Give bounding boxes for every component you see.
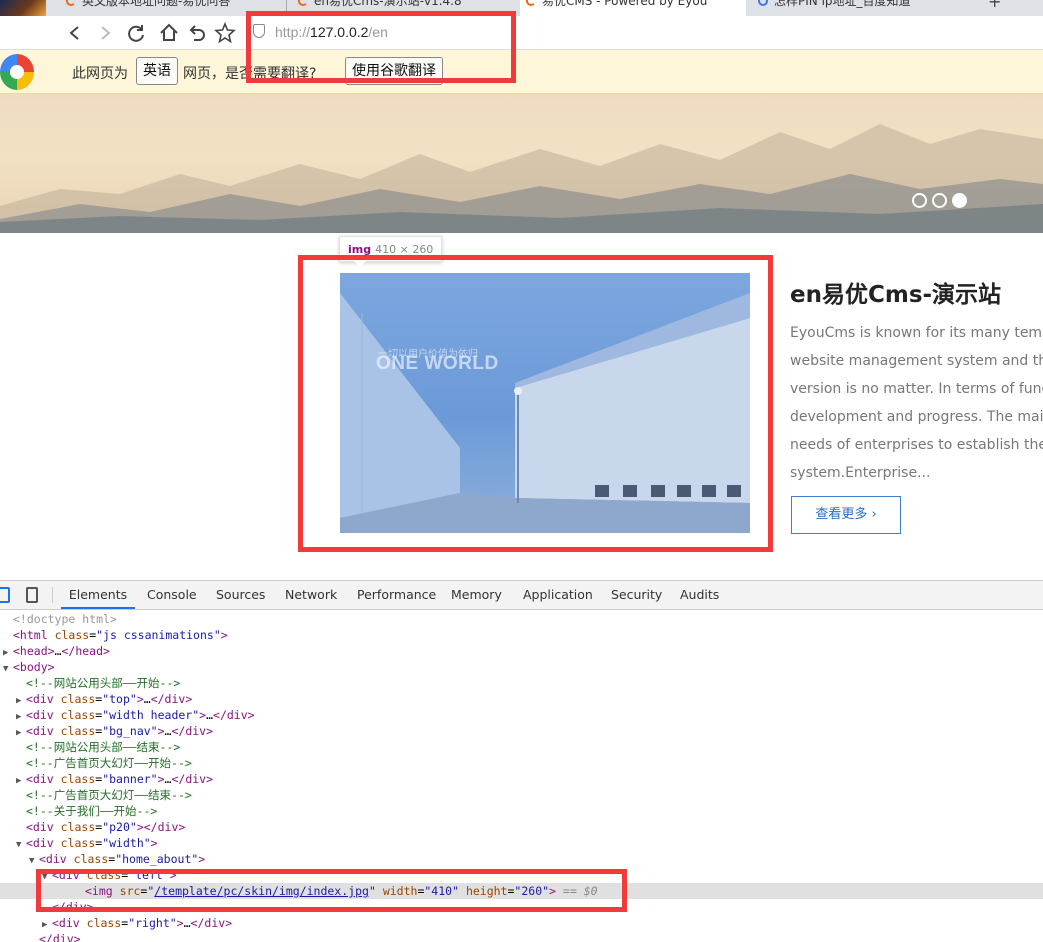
dom-node-markup: <!--网站公用头部——开始-->: [26, 676, 181, 690]
arrow-left-icon: [69, 26, 79, 40]
dom-node-markup: </div>: [39, 932, 81, 942]
home-icon: [160, 23, 178, 41]
inspect-element-icon[interactable]: [0, 587, 10, 603]
translate-logo-icon: [0, 54, 34, 90]
dom-node-markup: <!--广告首页大幻灯——开始-->: [26, 756, 192, 770]
home-button[interactable]: [156, 20, 182, 46]
undo-icon: [189, 25, 205, 41]
tab-4[interactable]: 怎样PIN ip地址_百度知道 ×: [752, 0, 976, 16]
dom-node-markup: <!--关于我们——开始-->: [26, 804, 158, 818]
window-logo-icon: [0, 0, 46, 16]
slide-dot-2[interactable]: [932, 193, 947, 208]
dom-node[interactable]: ▼ <body>: [0, 659, 1043, 675]
dom-node[interactable]: <!doctype html>: [0, 611, 1043, 627]
device-toolbar-icon[interactable]: [26, 587, 38, 603]
devtools-tabbar: Elements Console Sources Network Perform…: [0, 581, 1043, 610]
tab-favicon-icon: [66, 0, 76, 6]
dom-node-markup: <div class="banner">…</div>: [26, 772, 214, 786]
back-button[interactable]: [62, 20, 88, 46]
dom-node[interactable]: <html class="js cssanimations">: [0, 627, 1043, 643]
star-icon: [214, 21, 236, 44]
annotation-url-box: [246, 11, 516, 83]
dom-node-markup: <div class="width header">…</div>: [26, 708, 255, 722]
dom-node-markup: <!doctype html>: [13, 612, 117, 626]
translate-prompt-prefix: 此网页为: [72, 66, 128, 82]
devtools-tab-performance[interactable]: Performance: [357, 581, 436, 609]
dom-node-markup: <div class="home_about">: [39, 852, 206, 866]
reload-button[interactable]: [123, 20, 149, 46]
devtools-divider: [52, 587, 53, 603]
tab-favicon-icon: [298, 0, 308, 6]
dom-node-markup: <div class="right">…</div>: [52, 916, 233, 930]
tab-3-active[interactable]: 易优CMS - Powered by Eyou ×: [520, 0, 746, 16]
dom-node[interactable]: ▶ <head>…</head>: [0, 643, 1043, 659]
about-description: EyouCms is known for its many templa web…: [790, 319, 1043, 487]
dom-node[interactable]: </div>: [0, 931, 1043, 942]
devtools-tab-console[interactable]: Console: [147, 581, 197, 609]
slide-dot-1[interactable]: [912, 193, 927, 208]
language-button[interactable]: 英语: [136, 57, 178, 85]
arrow-right-icon: [101, 26, 111, 40]
reload-icon: [128, 25, 144, 42]
dom-node[interactable]: <!--关于我们——开始-->: [0, 803, 1043, 819]
dom-node-markup: <div class="p20"></div>: [26, 820, 186, 834]
annotation-img-tag-box: [36, 869, 627, 912]
dom-node[interactable]: <!--广告首页大幻灯——开始-->: [0, 755, 1043, 771]
dom-node-markup: <div class="top">…</div>: [26, 692, 193, 706]
dom-node[interactable]: ▶ <div class="bg_nav">…</div>: [0, 723, 1043, 739]
description-line: EyouCms is known for its many templa: [790, 325, 1043, 341]
dom-node-markup: <!--广告首页大幻灯——结束-->: [26, 788, 192, 802]
dom-node[interactable]: <div class="p20"></div>: [0, 819, 1043, 835]
dom-node[interactable]: ▶ <div class="top">…</div>: [0, 691, 1043, 707]
description-line: website management system and the n: [790, 353, 1043, 369]
dom-node[interactable]: <!--网站公用头部——开始-->: [0, 675, 1043, 691]
tab-title: 英文版本地址问题-易优问答: [82, 0, 231, 8]
dom-node-markup: <head>…</head>: [13, 644, 110, 658]
devtools-tab-sources[interactable]: Sources: [216, 581, 265, 609]
tab-strip: 英文版本地址问题-易优问答 × en易优Cms-演示站-v1.4.8 易优CMS…: [0, 0, 1043, 16]
undo-button[interactable]: [184, 20, 210, 46]
dom-node-markup: <div class="width">: [26, 836, 158, 850]
tab-favicon-icon: [526, 0, 536, 6]
devtools-tab-audits[interactable]: Audits: [680, 581, 719, 609]
description-line: system.Enterprise...: [790, 465, 931, 481]
banner-mountains-image: [0, 124, 1043, 233]
about-title: en易优Cms-演示站: [790, 282, 1002, 308]
devtools-tab-network[interactable]: Network: [285, 581, 337, 609]
devtools-tab-security[interactable]: Security: [611, 581, 662, 609]
dom-node-markup: <body>: [13, 660, 55, 674]
dom-node[interactable]: <!--网站公用头部——结束-->: [0, 739, 1043, 755]
banner-slideshow: [0, 94, 1043, 233]
tab-favicon-icon: [758, 0, 768, 6]
tab-title: 易优CMS - Powered by Eyou: [542, 0, 708, 8]
dom-node[interactable]: ▶ <div class="right">…</div>: [0, 915, 1043, 931]
slide-dot-3-active[interactable]: [952, 193, 967, 208]
bookmark-button[interactable]: [212, 20, 238, 46]
forward-button[interactable]: [92, 20, 118, 46]
dom-node[interactable]: <!--广告首页大幻灯——结束-->: [0, 787, 1043, 803]
tab-title: en易优Cms-演示站-v1.4.8: [314, 0, 462, 8]
dom-node[interactable]: ▶ <div class="banner">…</div>: [0, 771, 1043, 787]
browser-toolbar: http://127.0.0.2/en: [0, 16, 1043, 50]
new-tab-button[interactable]: +: [988, 0, 1001, 11]
translate-bar: 此网页为 英语 网页，是否需要翻译? 使用谷歌翻译: [0, 50, 1043, 94]
tab-title: 怎样PIN ip地址_百度知道: [774, 0, 911, 8]
dom-node[interactable]: ▶ <div class="width header">…</div>: [0, 707, 1043, 723]
devtools-tab-elements[interactable]: Elements: [61, 581, 135, 609]
description-line: development and progress. The main t: [790, 409, 1043, 425]
dom-node[interactable]: ▼ <div class="width">: [0, 835, 1043, 851]
more-button[interactable]: 查看更多 ›: [791, 496, 901, 534]
dom-node-markup: <!--网站公用头部——结束-->: [26, 740, 181, 754]
dom-node-markup: <div class="bg_nav">…</div>: [26, 724, 214, 738]
dom-node-markup: <html class="js cssanimations">: [13, 628, 228, 642]
description-line: needs of enterprises to establish their …: [790, 437, 1043, 453]
description-line: version is no matter. In terms of functi…: [790, 381, 1043, 397]
devtools-tab-application[interactable]: Application: [523, 581, 593, 609]
devtools-tab-memory[interactable]: Memory: [451, 581, 502, 609]
dom-node[interactable]: ▼ <div class="home_about">: [0, 851, 1043, 867]
annotation-image-box: [298, 255, 773, 552]
